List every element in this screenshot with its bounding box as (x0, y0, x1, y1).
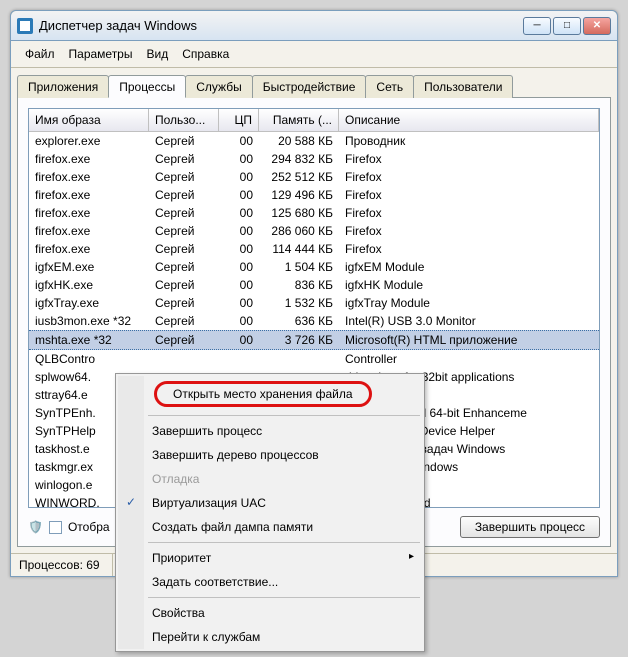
tab-applications[interactable]: Приложения (17, 75, 109, 98)
menu-priority[interactable]: Приоритет (118, 546, 422, 570)
menu-help[interactable]: Справка (176, 45, 235, 63)
col-user[interactable]: Пользо... (149, 109, 219, 131)
menu-properties[interactable]: Свойства (118, 601, 422, 625)
titlebar[interactable]: Диспетчер задач Windows ─ □ ✕ (11, 11, 617, 41)
table-row[interactable]: firefox.exeСергей00125 680 КБFirefox (29, 204, 599, 222)
minimize-button[interactable]: ─ (523, 17, 551, 35)
show-all-checkbox[interactable] (49, 521, 62, 534)
table-row[interactable]: igfxTray.exeСергей001 532 КБigfxTray Mod… (29, 294, 599, 312)
menu-view[interactable]: Вид (140, 45, 174, 63)
table-row[interactable]: firefox.exeСергей00129 496 КБFirefox (29, 186, 599, 204)
tab-processes[interactable]: Процессы (108, 75, 186, 98)
table-row[interactable]: explorer.exeСергей0020 588 КБПроводник (29, 132, 599, 150)
shield-icon: 🛡️ (28, 520, 43, 534)
col-desc[interactable]: Описание (339, 109, 599, 131)
check-icon: ✓ (126, 495, 136, 509)
end-process-button[interactable]: Завершить процесс (460, 516, 600, 538)
menu-file[interactable]: Файл (19, 45, 61, 63)
table-row[interactable]: QLBControController (29, 350, 599, 368)
table-row[interactable]: igfxEM.exeСергей001 504 КБigfxEM Module (29, 258, 599, 276)
tab-performance[interactable]: Быстродействие (252, 75, 367, 98)
col-mem[interactable]: Память (... (259, 109, 339, 131)
table-row[interactable]: firefox.exeСергей00294 832 КБFirefox (29, 150, 599, 168)
table-row[interactable]: igfxHK.exeСергей00836 КБigfxHK Module (29, 276, 599, 294)
menu-options[interactable]: Параметры (63, 45, 139, 63)
table-row[interactable]: mshta.exe *32Сергей003 726 КБMicrosoft(R… (29, 330, 599, 350)
menu-goto-services[interactable]: Перейти к службам (118, 625, 422, 649)
table-row[interactable]: firefox.exeСергей00114 444 КБFirefox (29, 240, 599, 258)
app-icon (17, 18, 33, 34)
column-headers: Имя образа Пользо... ЦП Память (... Опис… (29, 109, 599, 132)
tab-network[interactable]: Сеть (365, 75, 414, 98)
menu-end-process[interactable]: Завершить процесс (118, 419, 422, 443)
menu-create-dump[interactable]: Создать файл дампа памяти (118, 515, 422, 539)
maximize-button[interactable]: □ (553, 17, 581, 35)
table-row[interactable]: firefox.exeСергей00252 512 КБFirefox (29, 168, 599, 186)
col-name[interactable]: Имя образа (29, 109, 149, 131)
tab-services[interactable]: Службы (185, 75, 252, 98)
window-title: Диспетчер задач Windows (39, 18, 521, 33)
menu-open-file-location[interactable]: Открыть место хранения файла (120, 376, 420, 412)
menu-end-process-tree[interactable]: Завершить дерево процессов (118, 443, 422, 467)
close-button[interactable]: ✕ (583, 17, 611, 35)
show-all-label: Отобра (68, 520, 110, 534)
tab-strip: Приложения Процессы Службы Быстродействи… (17, 74, 611, 98)
menu-set-affinity[interactable]: Задать соответствие... (118, 570, 422, 594)
menubar: Файл Параметры Вид Справка (11, 41, 617, 68)
highlight-annotation: Открыть место хранения файла (154, 381, 372, 407)
context-menu: Открыть место хранения файла Завершить п… (115, 373, 425, 652)
col-cpu[interactable]: ЦП (219, 109, 259, 131)
table-row[interactable]: iusb3mon.exe *32Сергей00636 КБIntel(R) U… (29, 312, 599, 330)
task-manager-window: Диспетчер задач Windows ─ □ ✕ Файл Парам… (10, 10, 618, 577)
tab-users[interactable]: Пользователи (413, 75, 513, 98)
menu-uac-virtualization[interactable]: ✓ Виртуализация UAC (118, 491, 422, 515)
status-processes: Процессов: 69 (11, 554, 113, 576)
menu-debug: Отладка (118, 467, 422, 491)
table-row[interactable]: firefox.exeСергей00286 060 КБFirefox (29, 222, 599, 240)
